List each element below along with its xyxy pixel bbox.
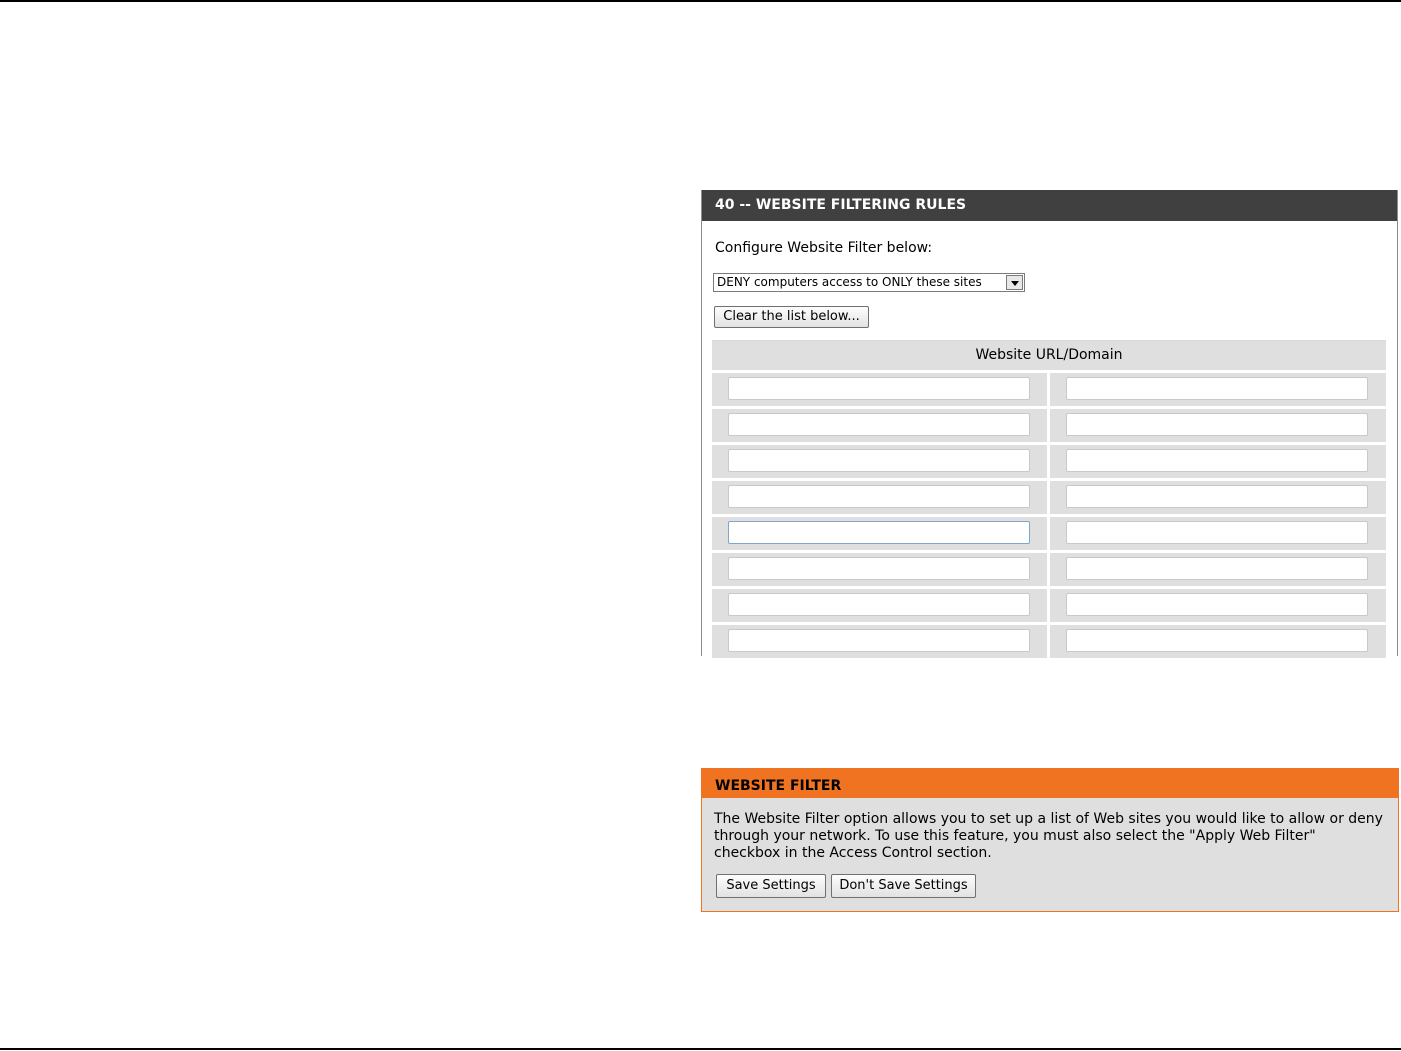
table-row	[712, 517, 1386, 550]
table-cell	[712, 589, 1047, 622]
filter-mode-selected-value: DENY computers access to ONLY these site…	[717, 275, 982, 289]
table-cell	[1050, 409, 1386, 442]
table-cell	[712, 445, 1047, 478]
panel-title: 40 -- WEBSITE FILTERING RULES	[702, 190, 1397, 221]
chevron-down-icon[interactable]	[1006, 275, 1023, 290]
bottom-divider	[0, 1048, 1401, 1050]
configure-filter-label: Configure Website Filter below:	[715, 240, 933, 256]
table-cell	[712, 517, 1047, 550]
website-url-table: Website URL/Domain	[712, 340, 1386, 661]
url-input[interactable]	[1066, 449, 1368, 472]
table-cell	[712, 625, 1047, 658]
table-row	[712, 481, 1386, 514]
url-input[interactable]	[728, 557, 1030, 580]
table-row	[712, 445, 1386, 478]
top-divider	[0, 0, 1401, 2]
url-input[interactable]	[1066, 557, 1368, 580]
table-cell	[1050, 553, 1386, 586]
website-filter-help-panel: WEBSITE FILTER The Website Filter option…	[701, 768, 1399, 912]
table-cell	[712, 481, 1047, 514]
help-description: The Website Filter option allows you to …	[714, 811, 1383, 861]
table-row	[712, 553, 1386, 586]
table-cell	[1050, 373, 1386, 406]
table-cell	[712, 553, 1047, 586]
table-row	[712, 409, 1386, 442]
url-input[interactable]	[1066, 377, 1368, 400]
help-title: WEBSITE FILTER	[702, 769, 1398, 798]
url-input[interactable]	[1066, 629, 1368, 652]
url-input[interactable]	[1066, 593, 1368, 616]
dont-save-settings-button[interactable]: Don't Save Settings	[831, 874, 976, 898]
table-cell	[1050, 445, 1386, 478]
url-input[interactable]	[728, 593, 1030, 616]
clear-list-button[interactable]: Clear the list below...	[714, 306, 869, 328]
url-input[interactable]	[728, 377, 1030, 400]
table-cell	[1050, 625, 1386, 658]
website-filtering-rules-panel: 40 -- WEBSITE FILTERING RULES Configure …	[701, 190, 1398, 658]
table-row	[712, 373, 1386, 406]
table-cell	[1050, 481, 1386, 514]
filter-mode-select[interactable]: DENY computers access to ONLY these site…	[713, 273, 1025, 292]
table-cell	[1050, 589, 1386, 622]
url-input[interactable]	[1066, 485, 1368, 508]
table-cell	[712, 373, 1047, 406]
url-input[interactable]	[728, 485, 1030, 508]
url-input[interactable]	[1066, 521, 1368, 544]
url-input[interactable]	[1066, 413, 1368, 436]
url-input[interactable]	[728, 449, 1030, 472]
save-settings-button[interactable]: Save Settings	[716, 874, 826, 898]
table-header-website-url: Website URL/Domain	[712, 341, 1386, 373]
table-row	[712, 589, 1386, 622]
table-cell	[1050, 517, 1386, 550]
url-input[interactable]	[728, 413, 1030, 436]
url-rows	[712, 373, 1386, 658]
table-cell	[712, 409, 1047, 442]
url-input[interactable]	[728, 521, 1030, 544]
url-input[interactable]	[728, 629, 1030, 652]
table-row	[712, 625, 1386, 658]
